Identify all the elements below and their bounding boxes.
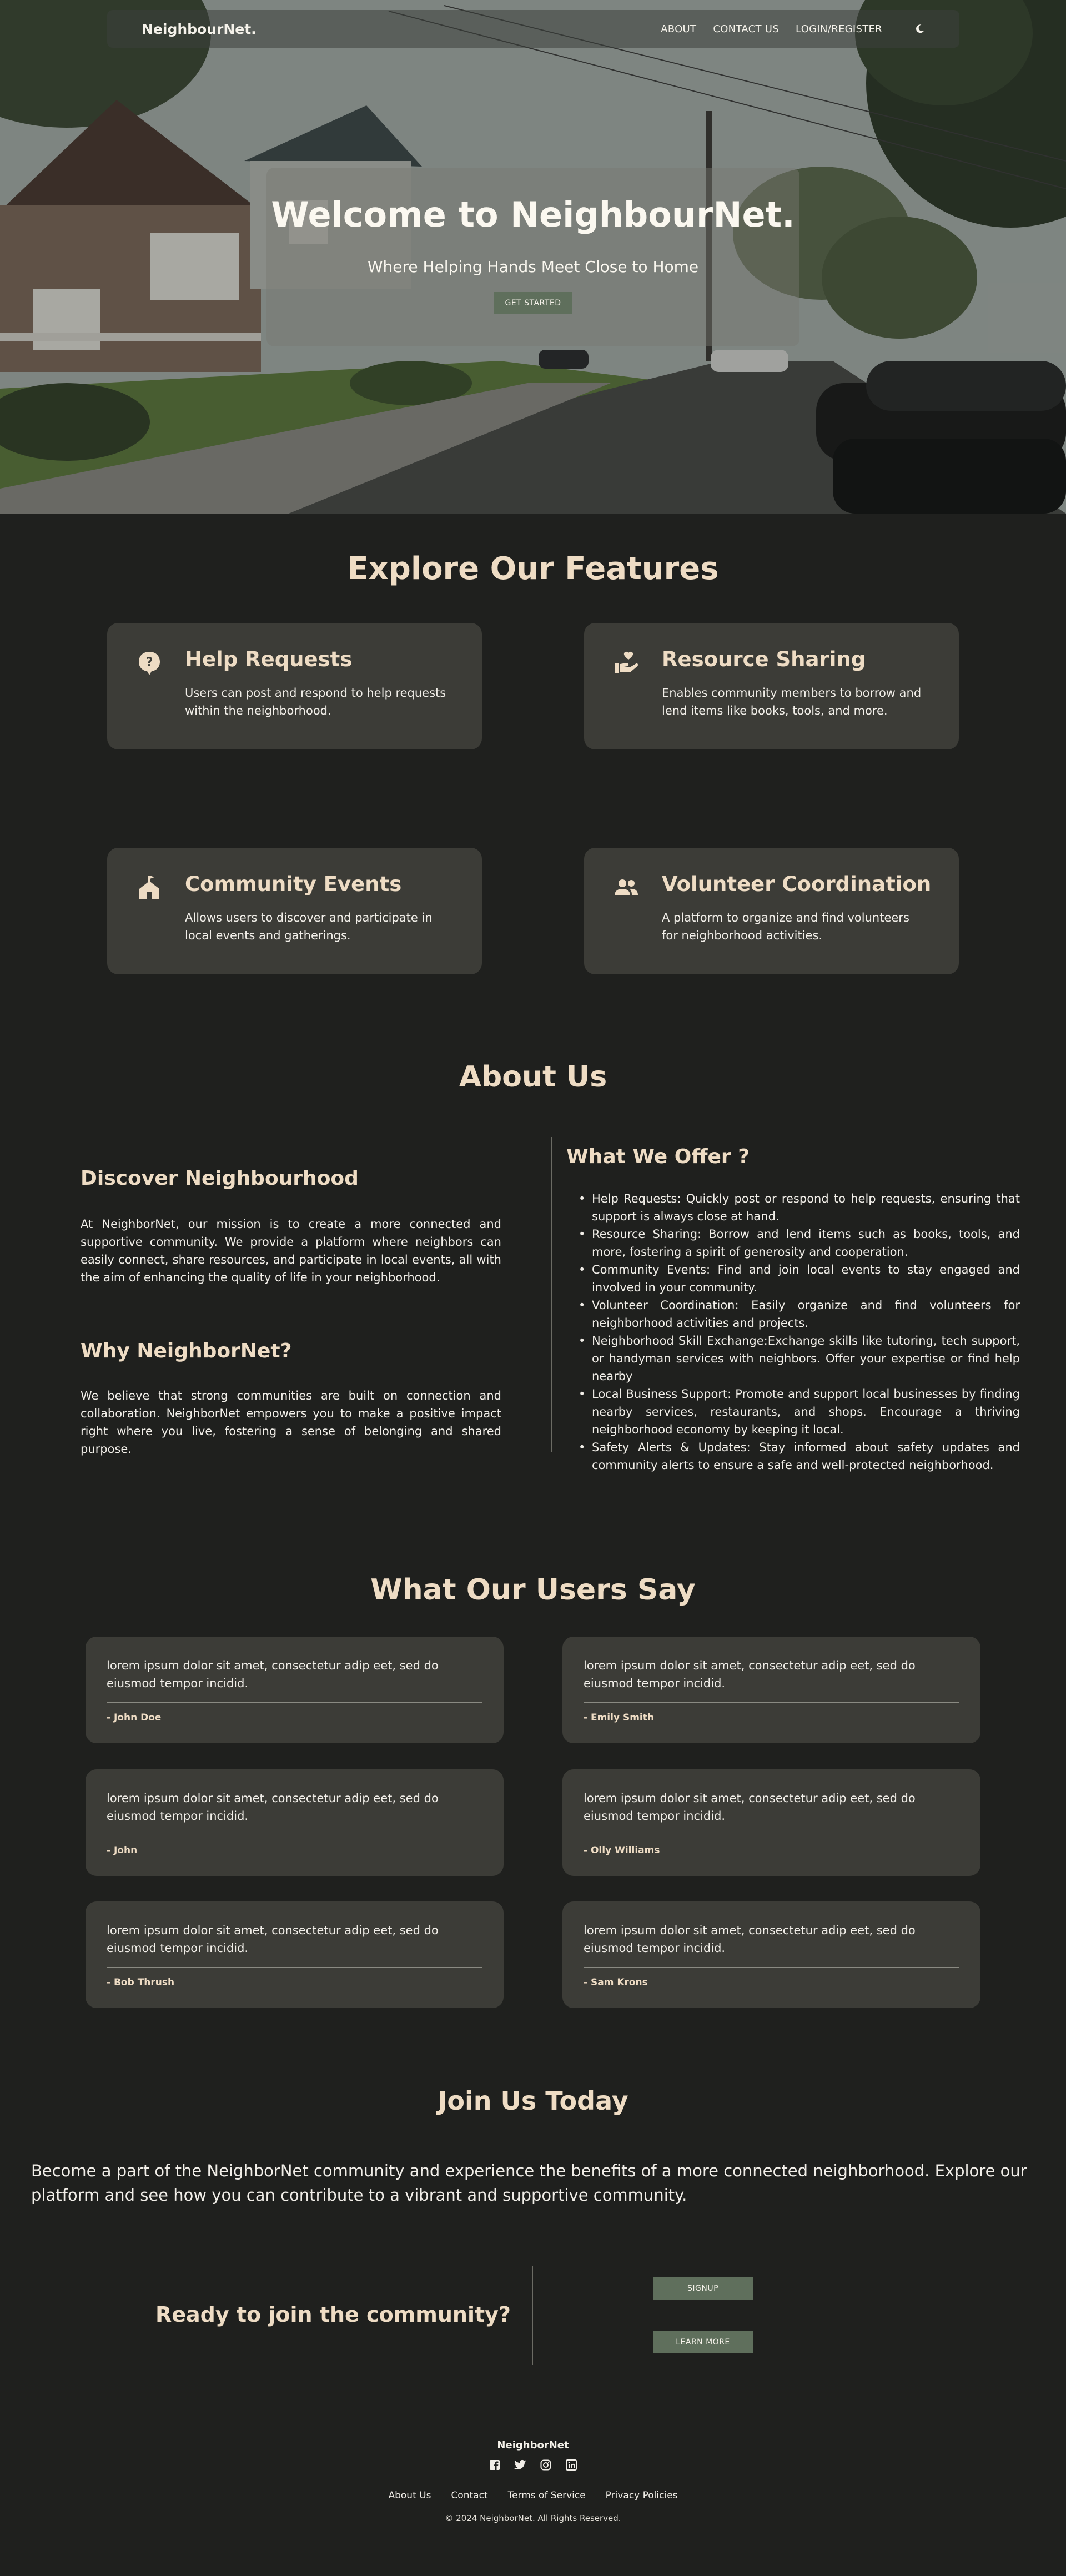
- hero-card: Welcome to NeighbourNet. Where Helping H…: [266, 168, 800, 346]
- feature-card-community-events: Community Events Allows users to discove…: [107, 848, 482, 974]
- hand-heart-icon: [613, 650, 640, 676]
- testimonial-card: lorem ipsum dolor sit amet, consectetur …: [562, 1901, 980, 2008]
- offer-title: What We Offer ?: [566, 1145, 750, 1168]
- offer-item-safety-alerts: Safety Alerts & Updates: Stay informed a…: [579, 1438, 1020, 1474]
- feature-title: Resource Sharing: [662, 647, 866, 671]
- testimonial-card: lorem ipsum dolor sit amet, consectetur …: [86, 1637, 504, 1743]
- page: NeighbourNet. ABOUT CONTACT US LOGIN/REG…: [0, 0, 1066, 2576]
- testimonial-author: - Emily Smith: [584, 1712, 654, 1723]
- about-divider: [551, 1137, 552, 1452]
- testimonial-divider: [107, 1967, 482, 1968]
- why-title: Why NeighborNet?: [81, 1340, 292, 1362]
- offer-item-help-requests: Help Requests: Quickly post or respond t…: [579, 1190, 1020, 1225]
- moon-icon[interactable]: [911, 20, 929, 38]
- footer-link-about[interactable]: About Us: [388, 2490, 431, 2501]
- testimonial-text: lorem ipsum dolor sit amet, consectetur …: [584, 1659, 916, 1690]
- footer-links: About Us Contact Terms of Service Privac…: [0, 2490, 1066, 2501]
- feature-description: Allows users to discover and participate…: [185, 911, 433, 942]
- get-started-button[interactable]: GET STARTED: [494, 292, 572, 314]
- facebook-icon[interactable]: [488, 2458, 501, 2472]
- testimonial-author: - John Doe: [107, 1712, 162, 1723]
- join-text: Become a part of the NeighborNet communi…: [31, 2161, 1027, 2205]
- hero-title: Welcome to NeighbourNet.: [271, 194, 795, 235]
- offer-item-resource-sharing: Resource Sharing: Borrow and lend items …: [579, 1225, 1020, 1261]
- testimonial-divider: [107, 1702, 482, 1703]
- testimonial-divider: [584, 1967, 959, 1968]
- testimonial-author: - Olly Williams: [584, 1845, 660, 1856]
- nav-link-about[interactable]: ABOUT: [661, 23, 696, 35]
- footer-brand: NeighborNet: [497, 2439, 569, 2451]
- hero-section: NeighbourNet. ABOUT CONTACT US LOGIN/REG…: [0, 0, 1066, 514]
- linkedin-icon[interactable]: [565, 2458, 578, 2472]
- instagram-icon[interactable]: [539, 2458, 552, 2472]
- feature-description: Users can post and respond to help reque…: [185, 686, 446, 717]
- testimonial-card: lorem ipsum dolor sit amet, consectetur …: [562, 1637, 980, 1743]
- join-title: Join Us Today: [438, 2086, 628, 2116]
- testimonial-author: - Sam Krons: [584, 1977, 648, 1988]
- cta-divider: [532, 2266, 533, 2365]
- people-group-icon: [613, 874, 640, 901]
- features-title: Explore Our Features: [347, 551, 719, 587]
- footer-link-privacy[interactable]: Privacy Policies: [606, 2490, 678, 2501]
- social-links: [0, 2458, 1066, 2472]
- about-title: About Us: [459, 1060, 607, 1094]
- copyright: © 2024 NeighborNet. All Rights Reserved.: [445, 2513, 621, 2523]
- twitter-icon[interactable]: [514, 2458, 527, 2472]
- testimonial-author: - Bob Thrush: [107, 1977, 175, 1988]
- testimonial-card: lorem ipsum dolor sit amet, consectetur …: [562, 1769, 980, 1876]
- footer-link-contact[interactable]: Contact: [451, 2490, 487, 2501]
- feature-description: A platform to organize and find voluntee…: [662, 911, 909, 942]
- testimonial-author: - John: [107, 1845, 138, 1856]
- feature-description: Enables community members to borrow and …: [662, 686, 922, 717]
- feature-card-volunteer-coordination: Volunteer Coordination A platform to org…: [584, 848, 959, 974]
- nav-link-login[interactable]: LOGIN/REGISTER: [796, 23, 882, 35]
- feature-card-resource-sharing: Resource Sharing Enables community membe…: [584, 623, 959, 749]
- testimonial-text: lorem ipsum dolor sit amet, consectetur …: [107, 1924, 439, 1955]
- hero-subtitle: Where Helping Hands Meet Close to Home: [367, 258, 699, 276]
- testimonial-text: lorem ipsum dolor sit amet, consectetur …: [107, 1659, 439, 1690]
- footer-link-terms[interactable]: Terms of Service: [508, 2490, 586, 2501]
- learn-more-button[interactable]: LEARN MORE: [653, 2331, 753, 2353]
- nav-link-contact[interactable]: CONTACT US: [713, 23, 779, 35]
- community-house-icon: [136, 874, 163, 901]
- svg-text:?: ?: [146, 656, 153, 670]
- signup-button[interactable]: SIGNUP: [653, 2277, 753, 2300]
- brand-logo[interactable]: NeighbourNet.: [142, 21, 257, 37]
- testimonial-text: lorem ipsum dolor sit amet, consectetur …: [107, 1792, 439, 1823]
- feature-title: Community Events: [185, 872, 402, 896]
- nav-links: ABOUT CONTACT US LOGIN/REGISTER: [661, 20, 929, 38]
- testimonials-title: What Our Users Say: [370, 1573, 696, 1607]
- offer-item-skill-exchange: Neighborhood Skill Exchange:Exchange ski…: [579, 1332, 1020, 1385]
- navbar: NeighbourNet. ABOUT CONTACT US LOGIN/REG…: [107, 10, 959, 48]
- why-text: We believe that strong communities are b…: [81, 1389, 501, 1456]
- cta-title: Ready to join the community?: [155, 2302, 511, 2327]
- testimonial-text: lorem ipsum dolor sit amet, consectetur …: [584, 1792, 916, 1823]
- offer-item-business-support: Local Business Support: Promote and supp…: [579, 1385, 1020, 1438]
- testimonial-divider: [584, 1702, 959, 1703]
- testimonial-card: lorem ipsum dolor sit amet, consectetur …: [86, 1769, 504, 1876]
- offer-item-volunteer-coordination: Volunteer Coordination: Easily organize …: [579, 1296, 1020, 1332]
- offer-item-community-events: Community Events: Find and join local ev…: [579, 1261, 1020, 1296]
- discover-text: At NeighborNet, our mission is to create…: [81, 1217, 501, 1284]
- feature-card-help-requests: ? Help Requests Users can post and respo…: [107, 623, 482, 749]
- feature-title: Volunteer Coordination: [662, 872, 932, 896]
- offer-list: Help Requests: Quickly post or respond t…: [579, 1190, 1020, 1474]
- feature-title: Help Requests: [185, 647, 353, 671]
- question-bubble-icon: ?: [136, 650, 163, 676]
- discover-title: Discover Neighbourhood: [81, 1167, 359, 1190]
- testimonial-card: lorem ipsum dolor sit amet, consectetur …: [86, 1901, 504, 2008]
- testimonial-text: lorem ipsum dolor sit amet, consectetur …: [584, 1924, 916, 1955]
